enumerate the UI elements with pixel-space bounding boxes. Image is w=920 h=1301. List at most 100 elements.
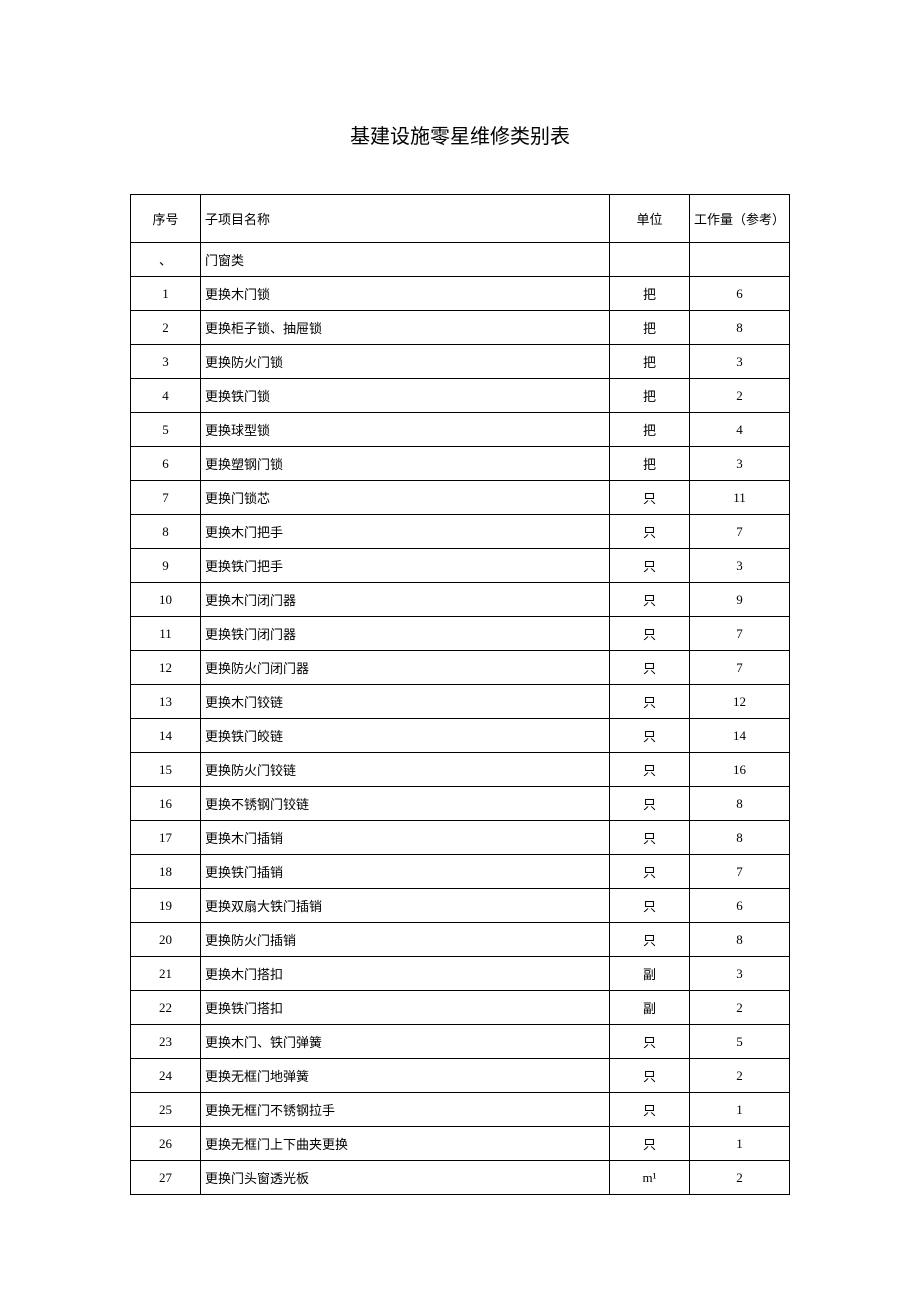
table-row: 18更换铁门插销只7 — [131, 855, 790, 889]
cell-unit: 只 — [610, 617, 690, 651]
cell-seq: 2 — [131, 311, 201, 345]
cell-workload: 16 — [690, 753, 790, 787]
table-row: 20更换防火门插销只8 — [131, 923, 790, 957]
page-title: 基建设施零星维修类别表 — [130, 120, 790, 149]
cell-unit: 把 — [610, 379, 690, 413]
table-row: 13更换木门铰链只12 — [131, 685, 790, 719]
table-row: 22更换铁门搭扣副2 — [131, 991, 790, 1025]
cell-unit: 只 — [610, 1127, 690, 1161]
cell-unit: 只 — [610, 821, 690, 855]
cell-workload: 7 — [690, 617, 790, 651]
table-row: 26更换无框门上下曲夹更换只1 — [131, 1127, 790, 1161]
section-workload — [690, 243, 790, 277]
section-row: 、 门窗类 — [131, 243, 790, 277]
cell-unit: 副 — [610, 991, 690, 1025]
cell-workload: 12 — [690, 685, 790, 719]
cell-seq: 23 — [131, 1025, 201, 1059]
cell-seq: 19 — [131, 889, 201, 923]
cell-seq: 20 — [131, 923, 201, 957]
header-unit: 单位 — [610, 195, 690, 243]
cell-workload: 6 — [690, 889, 790, 923]
cell-unit: 只 — [610, 889, 690, 923]
cell-name: 更换双扇大铁门插销 — [201, 889, 610, 923]
cell-unit: 只 — [610, 1093, 690, 1127]
cell-name: 更换铁门插销 — [201, 855, 610, 889]
table-row: 15更换防火门铰链只16 — [131, 753, 790, 787]
cell-name: 更换木门把手 — [201, 515, 610, 549]
cell-unit: 只 — [610, 515, 690, 549]
cell-workload: 14 — [690, 719, 790, 753]
table-row: 16更换不锈钢门铰链只8 — [131, 787, 790, 821]
cell-name: 更换球型锁 — [201, 413, 610, 447]
cell-seq: 13 — [131, 685, 201, 719]
section-label: 门窗类 — [201, 243, 610, 277]
cell-name: 更换木门闭门器 — [201, 583, 610, 617]
cell-workload: 3 — [690, 447, 790, 481]
cell-name: 更换铁门闭门器 — [201, 617, 610, 651]
cell-workload: 9 — [690, 583, 790, 617]
cell-seq: 9 — [131, 549, 201, 583]
cell-seq: 16 — [131, 787, 201, 821]
repair-category-table: 序号 子项目名称 单位 工作量（参考） 、 门窗类 1更换木门锁把62更换柜子锁… — [130, 194, 790, 1195]
cell-name: 更换木门搭扣 — [201, 957, 610, 991]
cell-workload: 8 — [690, 923, 790, 957]
table-row: 9更换铁门把手只3 — [131, 549, 790, 583]
cell-workload: 8 — [690, 787, 790, 821]
table-row: 6更换塑钢门锁把3 — [131, 447, 790, 481]
cell-seq: 10 — [131, 583, 201, 617]
cell-unit: 只 — [610, 787, 690, 821]
cell-unit: 只 — [610, 923, 690, 957]
cell-workload: 7 — [690, 651, 790, 685]
cell-name: 更换木门、铁门弹簧 — [201, 1025, 610, 1059]
cell-seq: 1 — [131, 277, 201, 311]
table-row: 4更换铁门锁把2 — [131, 379, 790, 413]
header-seq: 序号 — [131, 195, 201, 243]
cell-seq: 17 — [131, 821, 201, 855]
header-name: 子项目名称 — [201, 195, 610, 243]
table-row: 1更换木门锁把6 — [131, 277, 790, 311]
table-row: 23更换木门、铁门弹簧只5 — [131, 1025, 790, 1059]
cell-workload: 2 — [690, 379, 790, 413]
cell-seq: 11 — [131, 617, 201, 651]
cell-name: 更换木门铰链 — [201, 685, 610, 719]
cell-workload: 4 — [690, 413, 790, 447]
cell-name: 更换门头窗透光板 — [201, 1161, 610, 1195]
cell-name: 更换铁门搭扣 — [201, 991, 610, 1025]
table-row: 3更换防火门锁把3 — [131, 345, 790, 379]
cell-seq: 18 — [131, 855, 201, 889]
cell-unit: 把 — [610, 277, 690, 311]
cell-unit: 只 — [610, 583, 690, 617]
table-row: 5更换球型锁把4 — [131, 413, 790, 447]
cell-seq: 22 — [131, 991, 201, 1025]
cell-name: 更换铁门皎链 — [201, 719, 610, 753]
table-row: 12更换防火门闭门器只7 — [131, 651, 790, 685]
cell-name: 更换防火门插销 — [201, 923, 610, 957]
cell-unit: 把 — [610, 345, 690, 379]
cell-unit: 只 — [610, 1059, 690, 1093]
cell-workload: 3 — [690, 957, 790, 991]
cell-unit: 只 — [610, 753, 690, 787]
table-row: 11更换铁门闭门器只7 — [131, 617, 790, 651]
cell-workload: 2 — [690, 1161, 790, 1195]
cell-name: 更换防火门锁 — [201, 345, 610, 379]
table-row: 21更换木门搭扣副3 — [131, 957, 790, 991]
cell-workload: 7 — [690, 515, 790, 549]
table-row: 2更换柜子锁、抽屉锁把8 — [131, 311, 790, 345]
cell-seq: 25 — [131, 1093, 201, 1127]
table-row: 25更换无框门不锈钢拉手只1 — [131, 1093, 790, 1127]
cell-workload: 8 — [690, 821, 790, 855]
cell-seq: 15 — [131, 753, 201, 787]
cell-seq: 8 — [131, 515, 201, 549]
cell-name: 更换木门锁 — [201, 277, 610, 311]
cell-workload: 1 — [690, 1127, 790, 1161]
table-row: 27更换门头窗透光板m¹2 — [131, 1161, 790, 1195]
cell-unit: 只 — [610, 651, 690, 685]
table-row: 10更换木门闭门器只9 — [131, 583, 790, 617]
cell-workload: 5 — [690, 1025, 790, 1059]
cell-workload: 8 — [690, 311, 790, 345]
cell-workload: 11 — [690, 481, 790, 515]
section-marker: 、 — [131, 243, 201, 277]
cell-unit: 只 — [610, 549, 690, 583]
table-row: 14更换铁门皎链只14 — [131, 719, 790, 753]
cell-workload: 7 — [690, 855, 790, 889]
